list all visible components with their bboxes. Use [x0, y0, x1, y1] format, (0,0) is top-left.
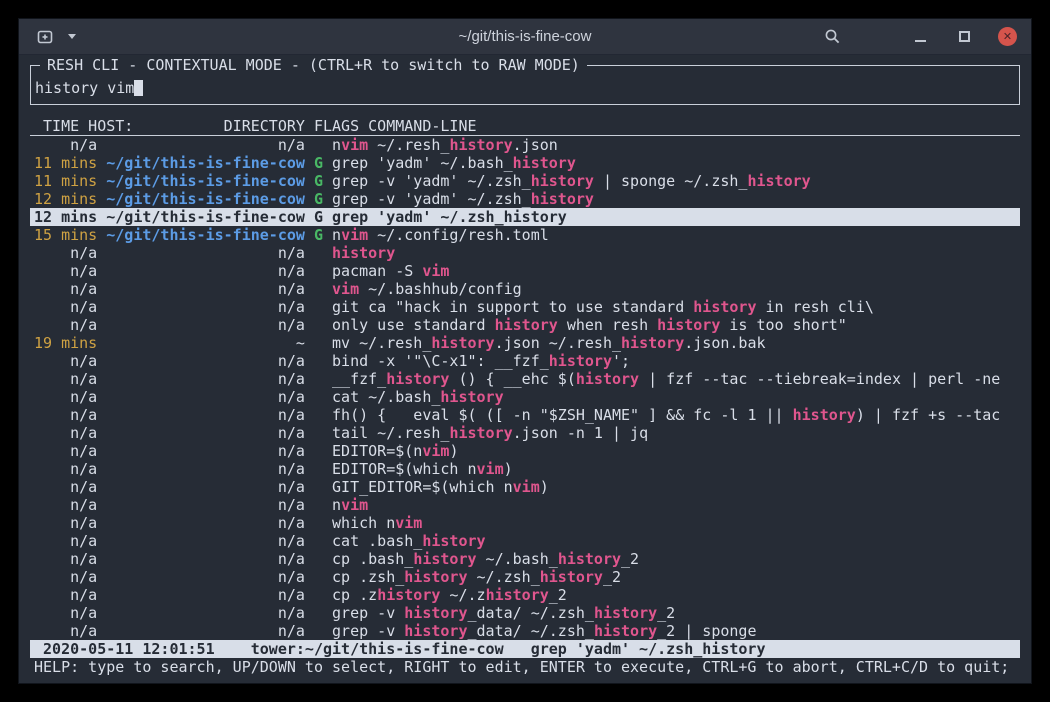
history-row[interactable]: n/a n/a cp .zhistory ~/.zhistory_2 — [30, 586, 1020, 604]
history-row[interactable]: 19 mins ~ mv ~/.resh_history.json ~/.res… — [30, 334, 1020, 352]
help-bar: HELP: type to search, UP/DOWN to select,… — [30, 658, 1020, 676]
history-row[interactable]: n/a n/a nvim — [30, 496, 1020, 514]
history-row[interactable]: 15 mins ~/git/this-is-fine-cow G nvim ~/… — [30, 226, 1020, 244]
history-rows: n/a n/a nvim ~/.resh_history.json11 mins… — [30, 136, 1020, 640]
history-row[interactable]: n/a n/a grep -v history_data/ ~/.zsh_his… — [30, 622, 1020, 640]
history-row[interactable]: n/a n/a cp .bash_history ~/.bash_history… — [30, 550, 1020, 568]
history-row[interactable]: n/a n/a cp .zsh_history ~/.zsh_history_2 — [30, 568, 1020, 586]
search-icon — [824, 28, 841, 45]
history-row[interactable]: n/a n/a which nvim — [30, 514, 1020, 532]
status-bar: 2020-05-11 12:01:51 tower:~/git/this-is-… — [30, 640, 1020, 658]
window-title: ~/git/this-is-fine-cow — [459, 28, 592, 45]
history-row[interactable]: n/a n/a git ca "hack in support to use s… — [30, 298, 1020, 316]
history-row[interactable]: n/a n/a grep -v history_data/ ~/.zsh_his… — [30, 604, 1020, 622]
history-row[interactable]: 11 mins ~/git/this-is-fine-cow G grep 'y… — [30, 154, 1020, 172]
chevron-down-icon — [68, 34, 76, 39]
history-row[interactable]: n/a n/a nvim ~/.resh_history.json — [30, 136, 1020, 154]
history-row[interactable]: n/a n/a only use standard history when r… — [30, 316, 1020, 334]
search-query-text: history vim — [35, 79, 134, 97]
history-row[interactable]: n/a n/a EDITOR=$(which nvim) — [30, 460, 1020, 478]
terminal-content: RESH CLI - CONTEXTUAL MODE - (CTRL+R to … — [19, 55, 1031, 683]
table-header: TIME HOST: DIRECTORY FLAGS COMMAND-LINE — [30, 117, 1020, 136]
search-frame: RESH CLI - CONTEXTUAL MODE - (CTRL+R to … — [30, 65, 1020, 105]
new-tab-button[interactable] — [35, 27, 55, 47]
minimize-icon — [915, 40, 926, 42]
history-row[interactable]: n/a n/a tail ~/.resh_history.json -n 1 |… — [30, 424, 1020, 442]
history-row[interactable]: n/a n/a cat .bash_history — [30, 532, 1020, 550]
history-row[interactable]: n/a n/a vim ~/.bashhub/config — [30, 280, 1020, 298]
minimize-button[interactable] — [910, 27, 930, 47]
menu-button[interactable] — [866, 27, 886, 47]
history-row[interactable]: 12 mins ~/git/this-is-fine-cow G grep 'y… — [30, 208, 1020, 226]
titlebar: ~/git/this-is-fine-cow ✕ — [19, 19, 1031, 55]
restore-button[interactable] — [954, 27, 974, 47]
search-button[interactable] — [822, 27, 842, 47]
history-row[interactable]: n/a n/a history — [30, 244, 1020, 262]
restore-icon — [959, 31, 970, 42]
history-row[interactable]: 12 mins ~/git/this-is-fine-cow G grep -v… — [30, 190, 1020, 208]
history-row[interactable]: n/a n/a GIT_EDITOR=$(which nvim) — [30, 478, 1020, 496]
new-tab-dropdown-button[interactable] — [62, 27, 82, 47]
close-icon: ✕ — [1003, 31, 1012, 42]
history-row[interactable]: n/a n/a __fzf_history () { __ehc $(histo… — [30, 370, 1020, 388]
history-row[interactable]: n/a n/a cat ~/.bash_history — [30, 388, 1020, 406]
history-row[interactable]: n/a n/a pacman -S vim — [30, 262, 1020, 280]
history-row[interactable]: 11 mins ~/git/this-is-fine-cow G grep -v… — [30, 172, 1020, 190]
text-cursor-block — [134, 80, 143, 96]
new-tab-icon — [37, 29, 53, 45]
terminal-window: ~/git/this-is-fine-cow ✕ — [18, 18, 1032, 684]
history-row[interactable]: n/a n/a bind -x '"\C-x1": __fzf_history'… — [30, 352, 1020, 370]
mode-title: RESH CLI - CONTEXTUAL MODE - (CTRL+R to … — [40, 56, 587, 74]
history-row[interactable]: n/a n/a fh() { eval $( ([ -n "$ZSH_NAME"… — [30, 406, 1020, 424]
close-button[interactable]: ✕ — [998, 27, 1017, 46]
history-row[interactable]: n/a n/a EDITOR=$(nvim) — [30, 442, 1020, 460]
